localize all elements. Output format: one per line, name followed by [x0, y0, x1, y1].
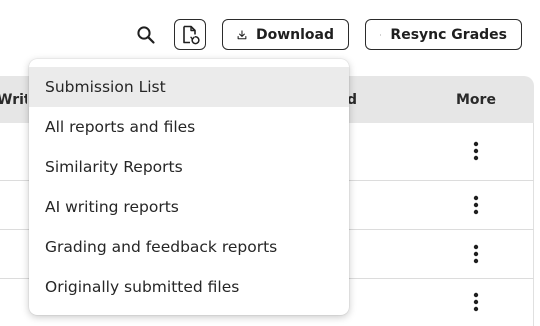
- row-more-button[interactable]: [466, 243, 486, 265]
- more-vertical-icon: [473, 244, 479, 264]
- resync-grades-label: Resync Grades: [390, 26, 507, 43]
- download-icon: [237, 29, 247, 39]
- menu-item-similarity-reports[interactable]: Similarity Reports: [29, 147, 349, 187]
- more-vertical-icon: [473, 141, 479, 161]
- column-header-more: More: [456, 92, 496, 108]
- search-icon: [137, 26, 155, 44]
- resync-grades-button[interactable]: Resync Grades: [365, 19, 522, 50]
- more-vertical-icon: [473, 195, 479, 215]
- column-header-writing[interactable]: Writi: [0, 92, 27, 108]
- row-more-button[interactable]: [466, 194, 486, 216]
- menu-item-ai-writing-reports[interactable]: AI writing reports: [29, 187, 349, 227]
- menu-item-submission-list[interactable]: Submission List: [29, 67, 349, 107]
- menu-item-originally-submitted-files[interactable]: Originally submitted files: [29, 267, 349, 307]
- download-label: Download: [255, 26, 334, 43]
- download-button[interactable]: Download: [222, 19, 349, 50]
- export-button[interactable]: [174, 19, 206, 50]
- send-icon: [380, 33, 382, 36]
- file-export-icon: [183, 25, 200, 44]
- row-more-button[interactable]: [466, 291, 486, 313]
- search-button[interactable]: [131, 20, 161, 50]
- menu-item-all-reports-and-files[interactable]: All reports and files: [29, 107, 349, 147]
- more-vertical-icon: [473, 292, 479, 312]
- row-more-button[interactable]: [466, 140, 486, 162]
- export-dropdown-menu: Submission List All reports and files Si…: [29, 59, 349, 315]
- menu-item-grading-and-feedback-reports[interactable]: Grading and feedback reports: [29, 227, 349, 267]
- page: Download Resync Grades Writi d More: [0, 0, 540, 326]
